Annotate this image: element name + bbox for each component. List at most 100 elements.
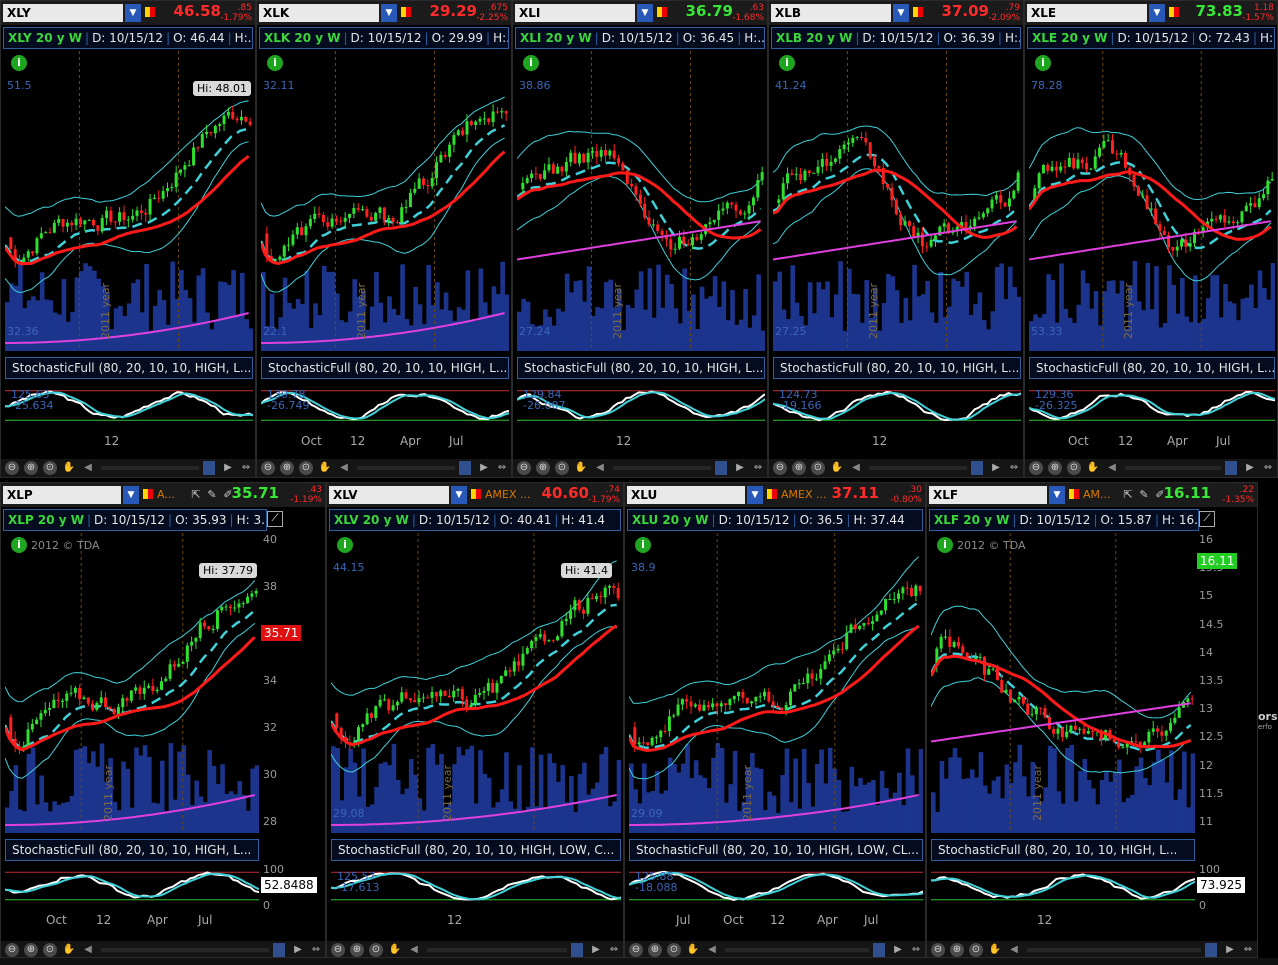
expand-icon[interactable]: ⇔: [495, 461, 509, 475]
symbol-dropdown-icon[interactable]: ▼: [451, 486, 467, 504]
price-chart-canvas[interactable]: [627, 533, 924, 833]
scroll-left-icon[interactable]: ◀: [1007, 943, 1021, 957]
drawing-tools-icon[interactable]: ⇱: [189, 488, 203, 502]
zoom-fit-icon[interactable]: ⊙: [43, 943, 57, 957]
price-chart-canvas[interactable]: [929, 533, 1196, 833]
price-chart[interactable]: [772, 51, 1022, 351]
horizontal-scrollbar[interactable]: [725, 948, 869, 952]
zoom-out-icon[interactable]: ⊖: [517, 461, 531, 475]
stochastic-study-label[interactable]: StochasticFull (80, 20, 10, 10, HIGH, L.…: [931, 839, 1195, 861]
price-chart-canvas[interactable]: [259, 51, 510, 351]
price-chart[interactable]: [3, 51, 254, 351]
expand-icon[interactable]: ⇔: [309, 943, 323, 957]
info-icon[interactable]: i: [1035, 55, 1051, 71]
zoom-fit-icon[interactable]: ⊙: [811, 461, 825, 475]
time-axis[interactable]: Oct 12 Apr Jul: [1029, 434, 1275, 450]
time-axis[interactable]: 12: [5, 434, 253, 450]
symbol-input[interactable]: XLV: [329, 486, 449, 504]
symbol-dropdown-icon[interactable]: ▼: [893, 4, 909, 22]
pencil-icon[interactable]: ✎: [205, 488, 219, 502]
stochastic-study-label[interactable]: StochasticFull (80, 20, 10, 10, HIGH, L.…: [517, 357, 765, 379]
expand-icon[interactable]: ⇔: [607, 943, 621, 957]
price-chart[interactable]: [627, 533, 924, 833]
hand-icon[interactable]: ✋: [686, 943, 700, 957]
price-chart-canvas[interactable]: [1027, 51, 1276, 351]
price-chart-canvas[interactable]: [3, 51, 254, 351]
zoom-in-icon[interactable]: ⊕: [536, 461, 550, 475]
symbol-dropdown-icon[interactable]: ▼: [381, 4, 397, 22]
price-chart-canvas[interactable]: [772, 51, 1022, 351]
expand-icon[interactable]: ⇔: [909, 943, 923, 957]
stochastic-study-label[interactable]: StochasticFull (80, 20, 10, 10, HIGH, L.…: [5, 839, 259, 861]
stochastic-axis[interactable]: 10050073.925: [1197, 863, 1257, 912]
hand-icon[interactable]: ✋: [1086, 461, 1100, 475]
info-icon[interactable]: i: [779, 55, 795, 71]
chart-style-icon[interactable]: ⟋: [267, 511, 283, 527]
info-icon[interactable]: i: [937, 537, 953, 553]
expand-icon[interactable]: ⇔: [239, 461, 253, 475]
scroll-right-icon[interactable]: ▶: [589, 943, 603, 957]
scroll-thumb[interactable]: [971, 461, 983, 475]
price-chart[interactable]: [259, 51, 510, 351]
price-chart-canvas[interactable]: [3, 533, 260, 833]
zoom-in-icon[interactable]: ⊕: [280, 461, 294, 475]
zoom-in-icon[interactable]: ⊕: [950, 943, 964, 957]
scroll-left-icon[interactable]: ◀: [337, 461, 351, 475]
price-chart[interactable]: [1027, 51, 1276, 351]
hand-icon[interactable]: ✋: [62, 461, 76, 475]
info-icon[interactable]: i: [267, 55, 283, 71]
scroll-thumb[interactable]: [715, 461, 727, 475]
link-flag-icon[interactable]: [1069, 489, 1079, 499]
zoom-out-icon[interactable]: ⊖: [5, 461, 19, 475]
scroll-thumb[interactable]: [1205, 943, 1217, 957]
price-chart[interactable]: [516, 51, 766, 351]
time-axis[interactable]: 12: [773, 434, 1021, 450]
scroll-left-icon[interactable]: ◀: [81, 943, 95, 957]
zoom-out-icon[interactable]: ⊖: [1029, 461, 1043, 475]
scroll-left-icon[interactable]: ◀: [849, 461, 863, 475]
zoom-in-icon[interactable]: ⊕: [350, 943, 364, 957]
time-axis[interactable]: 12: [931, 913, 1195, 929]
stochastic-study-label[interactable]: StochasticFull (80, 20, 10, 10, HIGH, L.…: [5, 357, 253, 379]
symbol-input[interactable]: XLE: [1027, 4, 1147, 22]
symbol-dropdown-icon[interactable]: ▼: [1049, 486, 1065, 504]
symbol-input[interactable]: XLI: [515, 4, 635, 22]
horizontal-scrollbar[interactable]: [101, 948, 269, 952]
scroll-right-icon[interactable]: ▶: [891, 943, 905, 957]
scroll-thumb[interactable]: [571, 943, 583, 957]
link-flag-icon[interactable]: [767, 489, 777, 499]
scroll-right-icon[interactable]: ▶: [989, 461, 1003, 475]
info-icon[interactable]: i: [523, 55, 539, 71]
scroll-thumb[interactable]: [1225, 461, 1237, 475]
scroll-thumb[interactable]: [203, 461, 215, 475]
horizontal-scrollbar[interactable]: [613, 466, 711, 470]
symbol-dropdown-icon[interactable]: ▼: [123, 486, 139, 504]
scroll-left-icon[interactable]: ◀: [407, 943, 421, 957]
scroll-right-icon[interactable]: ▶: [1243, 461, 1257, 475]
scroll-right-icon[interactable]: ▶: [733, 461, 747, 475]
link-flag-icon[interactable]: [913, 7, 923, 17]
zoom-out-icon[interactable]: ⊖: [629, 943, 643, 957]
scroll-left-icon[interactable]: ◀: [593, 461, 607, 475]
horizontal-scrollbar[interactable]: [1125, 466, 1221, 470]
zoom-fit-icon[interactable]: ⊙: [43, 461, 57, 475]
price-chart[interactable]: [329, 533, 622, 833]
expand-icon[interactable]: ⇔: [1241, 943, 1255, 957]
zoom-fit-icon[interactable]: ⊙: [969, 943, 983, 957]
stochastic-study-label[interactable]: StochasticFull (80, 20, 10, 10, HIGH, L.…: [773, 357, 1021, 379]
symbol-dropdown-icon[interactable]: ▼: [747, 486, 763, 504]
scroll-left-icon[interactable]: ◀: [705, 943, 719, 957]
symbol-dropdown-icon[interactable]: ▼: [637, 4, 653, 22]
scroll-left-icon[interactable]: ◀: [81, 461, 95, 475]
info-icon[interactable]: i: [11, 55, 27, 71]
zoom-out-icon[interactable]: ⊖: [773, 461, 787, 475]
symbol-dropdown-icon[interactable]: ▼: [1149, 4, 1165, 22]
symbol-dropdown-icon[interactable]: ▼: [125, 4, 141, 22]
scroll-right-icon[interactable]: ▶: [221, 461, 235, 475]
chart-style-icon[interactable]: ⟋: [1199, 511, 1215, 527]
price-chart-canvas[interactable]: [329, 533, 622, 833]
price-axis[interactable]: 1615.51514.51413.51312.51211.51116.11: [1197, 533, 1257, 833]
zoom-in-icon[interactable]: ⊕: [24, 461, 38, 475]
hand-icon[interactable]: ✋: [388, 943, 402, 957]
scroll-right-icon[interactable]: ▶: [477, 461, 491, 475]
